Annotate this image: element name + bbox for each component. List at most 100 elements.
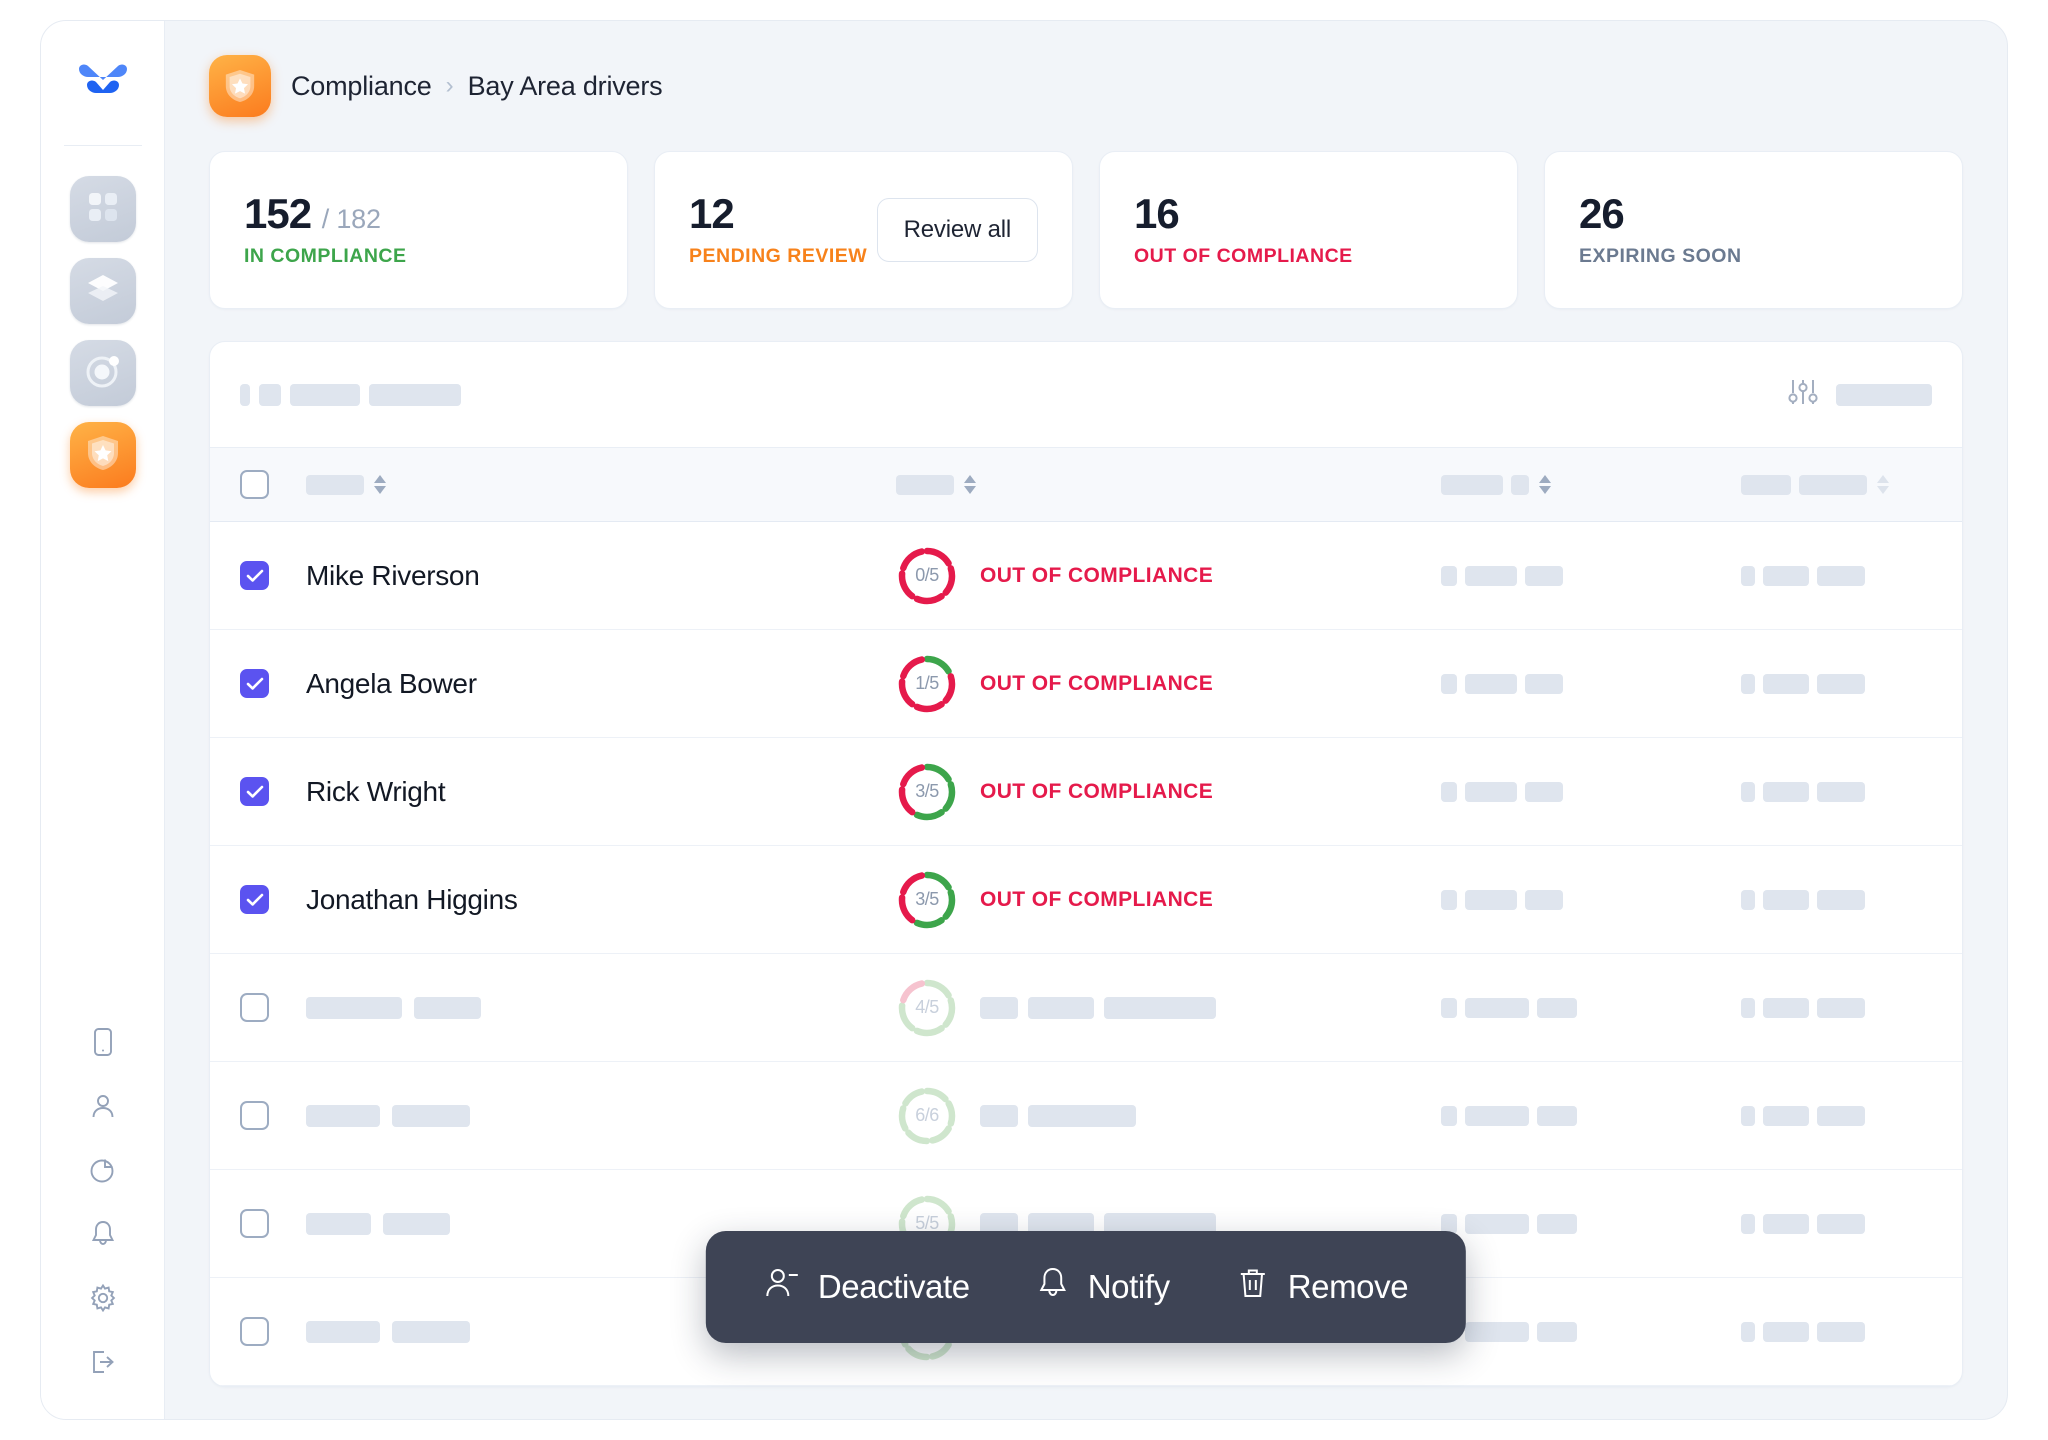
sidebar-item-target-app[interactable] <box>70 340 136 406</box>
stat-label: PENDING REVIEW <box>689 245 867 268</box>
action-label: Remove <box>1288 1268 1408 1306</box>
row-name: Mike Riverson <box>306 560 479 592</box>
stat-card: 26 EXPIRING SOON <box>1544 151 1963 309</box>
compliance-progress-ring: 0/5 <box>896 545 958 607</box>
remove-action[interactable]: Remove <box>1236 1265 1408 1309</box>
ring-ratio-label: 3/5 <box>896 761 958 823</box>
row-col-three <box>1441 782 1741 802</box>
trash-icon <box>1236 1265 1270 1309</box>
user-icon[interactable] <box>86 1089 120 1123</box>
row-status: OUT OF COMPLIANCE <box>980 672 1213 696</box>
row-col-four <box>1741 782 1932 802</box>
sidebar-item-layers-app[interactable] <box>70 258 136 324</box>
stat-value: 26 <box>1579 193 1742 235</box>
stat-label: OUT OF COMPLIANCE <box>1134 245 1353 268</box>
ring-ratio-label: 1/5 <box>896 653 958 715</box>
app-window: Compliance › Bay Area drivers 152 / 182 I… <box>40 20 2008 1420</box>
stat-label: EXPIRING SOON <box>1579 245 1742 268</box>
column-header-progress[interactable] <box>896 475 1441 495</box>
compliance-progress-ring: 6/6 <box>896 1085 958 1147</box>
row-checkbox[interactable] <box>240 885 269 914</box>
table-row[interactable]: 4/5 <box>210 954 1962 1062</box>
row-col-four <box>1741 890 1932 910</box>
row-name-placeholder <box>306 997 481 1019</box>
row-name-placeholder <box>306 1213 450 1235</box>
sidebar-item-compliance-app[interactable] <box>70 422 136 488</box>
table-row[interactable]: 6/6 <box>210 1062 1962 1170</box>
row-col-four <box>1741 566 1932 586</box>
breadcrumb: Compliance › Bay Area drivers <box>209 55 1963 117</box>
stat-value: 12 <box>689 193 867 235</box>
row-col-four <box>1741 1214 1932 1234</box>
row-col-three <box>1441 998 1741 1018</box>
ring-ratio-label: 0/5 <box>896 545 958 607</box>
compliance-progress-ring: 3/5 <box>896 761 958 823</box>
row-checkbox[interactable] <box>240 993 269 1022</box>
row-checkbox[interactable] <box>240 1101 269 1130</box>
user-minus-icon <box>764 1265 800 1309</box>
row-checkbox[interactable] <box>240 669 269 698</box>
bulk-action-bar: Deactivate Notify Remove <box>706 1231 1466 1343</box>
stat-value: 16 <box>1134 193 1353 235</box>
sidebar-divider <box>64 145 142 146</box>
deactivate-action[interactable]: Deactivate <box>764 1265 970 1309</box>
select-all-checkbox[interactable] <box>240 470 269 499</box>
row-col-three <box>1441 1214 1741 1234</box>
row-checkbox[interactable] <box>240 777 269 806</box>
column-header-three[interactable] <box>1441 475 1741 495</box>
breadcrumb-current: Bay Area drivers <box>468 71 663 102</box>
row-col-three <box>1441 890 1741 910</box>
target-icon <box>85 353 121 394</box>
stat-card: 12 PENDING REVIEW Review all <box>654 151 1073 309</box>
ring-ratio-label: 4/5 <box>896 977 958 1039</box>
sort-arrows-icon[interactable] <box>1877 475 1889 494</box>
column-header-name[interactable] <box>306 475 896 495</box>
pie-chart-icon[interactable] <box>86 1153 120 1187</box>
action-label: Deactivate <box>818 1268 970 1306</box>
ring-ratio-label: 3/5 <box>896 869 958 931</box>
row-checkbox[interactable] <box>240 1209 269 1238</box>
sliders-icon[interactable] <box>1786 377 1820 412</box>
toolbar-right-placeholder <box>1836 384 1932 406</box>
row-status: OUT OF COMPLIANCE <box>980 888 1213 912</box>
breadcrumb-root[interactable]: Compliance <box>291 71 432 102</box>
stat-card: 16 OUT OF COMPLIANCE <box>1099 151 1518 309</box>
table-row[interactable]: Mike Riverson0/5OUT OF COMPLIANCE <box>210 522 1962 630</box>
sort-arrows-icon[interactable] <box>964 475 976 494</box>
main-content: Compliance › Bay Area drivers 152 / 182 I… <box>165 21 2007 1419</box>
sidebar-bottom-icons <box>41 1025 164 1379</box>
row-name: Rick Wright <box>306 776 445 808</box>
stat-value: 152 / 182 <box>244 193 407 235</box>
review-all-button[interactable]: Review all <box>877 198 1038 262</box>
logout-icon[interactable] <box>86 1345 120 1379</box>
row-col-four <box>1741 1106 1932 1126</box>
table-row[interactable]: Angela Bower 1/5 OUT OF COMPLIANCE <box>210 630 1962 738</box>
toolbar-placeholder <box>240 384 461 406</box>
column-header-four[interactable] <box>1741 475 1932 495</box>
row-name: Angela Bower <box>306 668 477 700</box>
compliance-progress-ring: 4/5 <box>896 977 958 1039</box>
sort-arrows-icon[interactable] <box>374 475 386 494</box>
stat-card: 152 / 182 IN COMPLIANCE <box>209 151 628 309</box>
row-checkbox[interactable] <box>240 1317 269 1346</box>
layers-icon <box>85 271 121 312</box>
row-status: OUT OF COMPLIANCE <box>980 780 1213 804</box>
bell-icon[interactable] <box>86 1217 120 1251</box>
sidebar-item-grid-app[interactable] <box>70 176 136 242</box>
row-name-placeholder <box>306 1105 470 1127</box>
sidebar <box>41 21 165 1419</box>
row-col-three <box>1441 1322 1741 1342</box>
row-col-four <box>1741 1322 1932 1342</box>
row-name: Jonathan Higgins <box>306 884 518 916</box>
mobile-icon[interactable] <box>86 1025 120 1059</box>
company-logo[interactable] <box>75 63 131 111</box>
row-checkbox[interactable] <box>240 561 269 590</box>
table-header-row <box>210 448 1962 522</box>
gear-icon[interactable] <box>86 1281 120 1315</box>
notify-action[interactable]: Notify <box>1036 1265 1170 1309</box>
table-row[interactable]: Jonathan Higgins 3/5 OUT OF COMPLIANCE <box>210 846 1962 954</box>
table-row[interactable]: Rick Wright 3/5 OUT OF COMPLIANCE <box>210 738 1962 846</box>
bell-icon <box>1036 1265 1070 1309</box>
sort-arrows-icon[interactable] <box>1539 475 1551 494</box>
stat-label: IN COMPLIANCE <box>244 245 407 268</box>
